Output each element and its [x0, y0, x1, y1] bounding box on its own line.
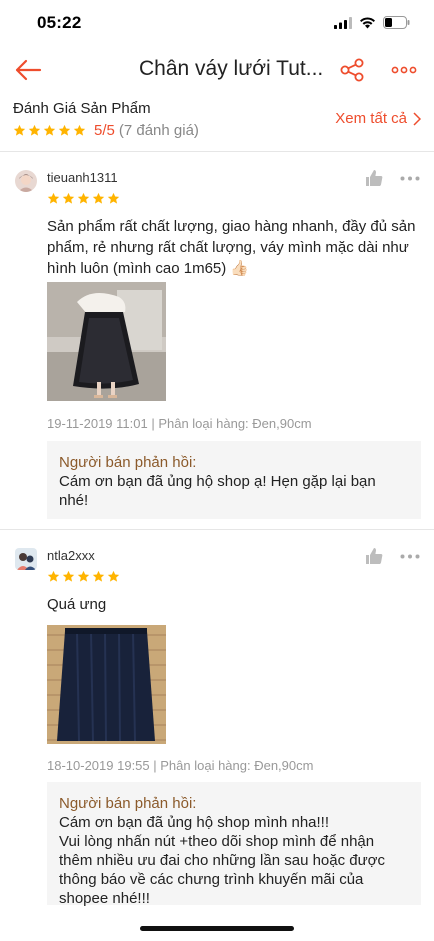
signal-icon — [334, 16, 352, 29]
battery-icon — [383, 16, 410, 29]
star-icon — [92, 192, 105, 204]
star-icon — [47, 192, 60, 204]
more-dots-icon — [400, 554, 420, 558]
seller-reply: Người bán phản hồi: Cám ơn bạn đã ủng hộ… — [47, 782, 421, 907]
thumbs-up-icon[interactable] — [364, 546, 384, 566]
see-all-link[interactable]: Xem tất cả — [335, 110, 421, 127]
review-photo-image — [47, 282, 166, 401]
seller-reply-label: Người bán phản hồi: — [59, 795, 197, 812]
star-icon — [13, 124, 26, 136]
seller-reply: Người bán phản hồi: Cám ơn bạn đã ủng hộ… — [47, 441, 421, 519]
more-button[interactable] — [388, 54, 420, 86]
summary-title: Đánh Giá Sản Phẩm — [13, 100, 151, 117]
review-photo[interactable] — [47, 282, 166, 401]
more-dots-icon — [391, 66, 417, 74]
back-button[interactable] — [12, 54, 44, 86]
share-button[interactable] — [336, 54, 368, 86]
summary-rating: 5/5 (7 đánh giá) — [13, 122, 199, 139]
avatar-image — [15, 170, 37, 192]
star-icon — [58, 124, 71, 136]
username: tieuanh1311 — [47, 170, 118, 185]
star-icon — [47, 570, 60, 582]
review-text: Sản phẩm rất chất lượng, giao hàng nhanh… — [47, 218, 416, 277]
status-time: 05:22 — [37, 13, 82, 32]
review-more-button[interactable] — [398, 168, 422, 188]
star-icon — [28, 124, 41, 136]
status-bar: 05:22 — [0, 0, 434, 48]
seller-reply-text: Cám ơn bạn đã ủng hộ shop mình nha!!! Vu… — [59, 814, 386, 907]
home-indicator — [140, 926, 294, 931]
summary-stars — [13, 124, 86, 137]
status-icons — [334, 16, 410, 29]
star-icon — [62, 570, 75, 582]
review-photo[interactable] — [47, 625, 166, 744]
more-dots-icon — [400, 176, 420, 180]
seller-reply-text: Cám ơn bạn đã ủng hộ shop ạ! Hẹn gặp lại… — [59, 473, 376, 509]
review-item: tieuanh1311 Sản phẩm rất chất lượng, gia… — [0, 158, 434, 530]
review-photo-image — [47, 625, 166, 744]
review-item: ntla2xxx Quá ưng 18-10-2019 19:55 | Phân… — [0, 536, 434, 907]
wifi-icon — [360, 16, 375, 28]
star-icon — [77, 192, 90, 204]
star-icon — [77, 570, 90, 582]
star-icon — [43, 124, 56, 136]
chevron-right-icon — [413, 111, 421, 126]
review-meta: 18-10-2019 19:55 | Phân loại hàng: Đen,9… — [47, 758, 314, 773]
username: ntla2xxx — [47, 548, 95, 563]
nav-bar: Chân váy lưới Tut... — [0, 48, 434, 92]
rating-count: (7 đánh giá) — [118, 122, 199, 139]
star-icon — [107, 192, 120, 204]
share-icon — [340, 58, 364, 82]
avatar-image — [15, 548, 37, 570]
thumbs-up-icon[interactable] — [364, 168, 384, 188]
star-icon — [107, 570, 120, 582]
avatar — [15, 170, 37, 192]
seller-reply-label: Người bán phản hồi: — [59, 454, 197, 471]
star-icon — [73, 124, 86, 136]
review-stars — [47, 570, 120, 583]
rating-score: 5/5 — [94, 122, 115, 139]
review-more-button[interactable] — [398, 546, 422, 566]
rating-summary: Đánh Giá Sản Phẩm 5/5 (7 đánh giá) Xem t… — [0, 96, 434, 152]
star-icon — [62, 192, 75, 204]
see-all-label: Xem tất cả — [335, 110, 407, 127]
star-icon — [92, 570, 105, 582]
review-meta: 19-11-2019 11:01 | Phân loại hàng: Đen,9… — [47, 416, 312, 431]
page-title: Chân váy lưới Tut... — [139, 57, 324, 80]
avatar — [15, 548, 37, 570]
review-stars — [47, 192, 120, 205]
review-text: Quá ưng — [47, 596, 107, 613]
arrow-left-icon — [15, 59, 42, 81]
